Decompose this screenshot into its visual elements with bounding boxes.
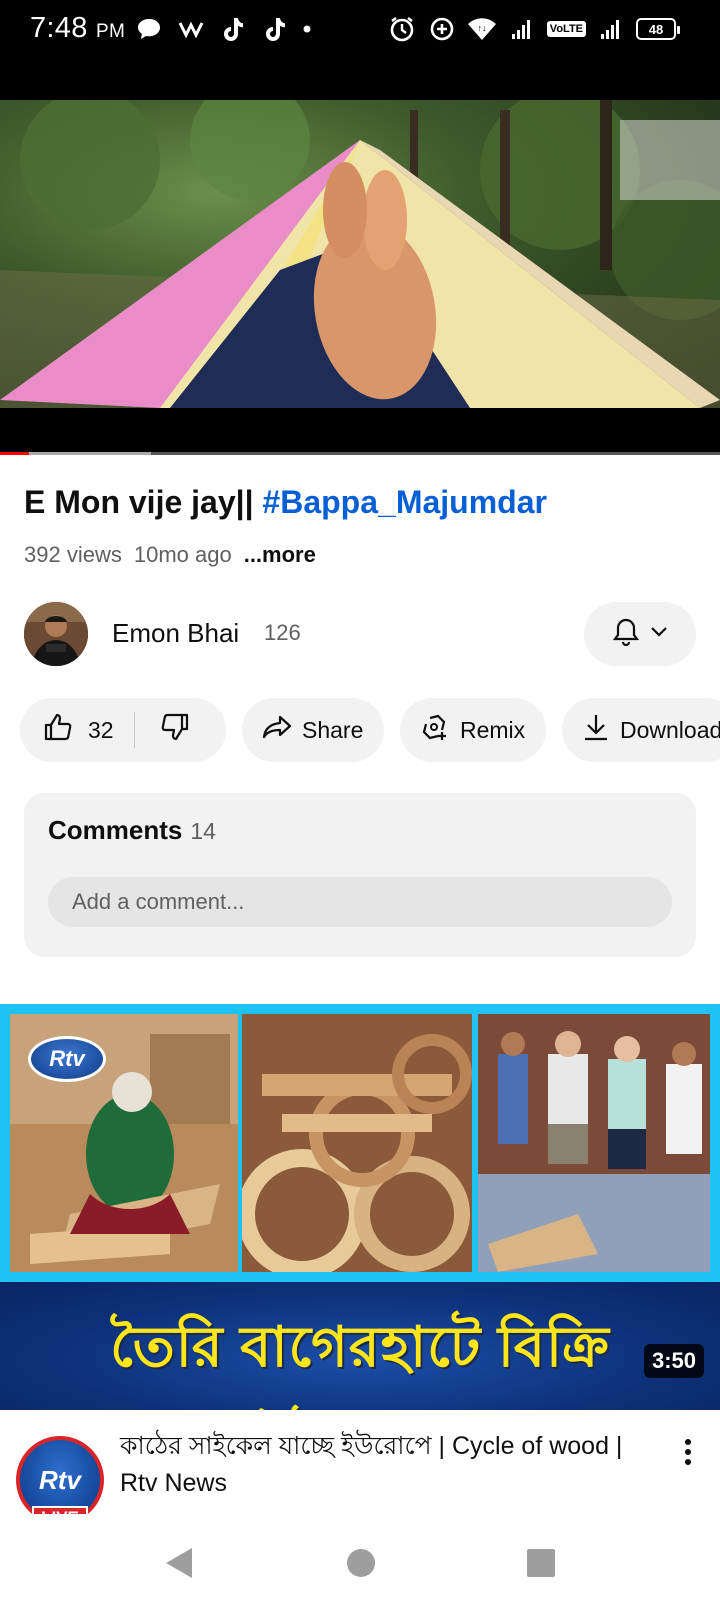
- like-count: 32: [88, 716, 114, 743]
- video-frame[interactable]: [0, 100, 720, 408]
- add-comment-input[interactable]: Add a comment...: [48, 877, 672, 927]
- thumbnail-photo-frame: Rtv: [0, 1004, 720, 1282]
- like-divider: [133, 712, 135, 748]
- system-icons: ↑↓ VoLTE 48: [387, 14, 680, 44]
- status-time: 7:48 PM: [30, 12, 126, 44]
- thumbnail-panel-visitors: [478, 1014, 710, 1272]
- video-title[interactable]: E Mon vije jay|| #Bappa_Majumdar: [24, 484, 547, 521]
- video-duration-badge: 3:50: [643, 1344, 704, 1378]
- signal-waves-icon: [176, 14, 206, 44]
- action-bar: 32 Share Remix Download: [20, 698, 720, 762]
- progress-played: [0, 452, 29, 455]
- comments-panel[interactable]: Comments 14 Add a comment...: [24, 793, 696, 957]
- hashtag-link[interactable]: #Bappa_Majumdar: [262, 484, 547, 520]
- dislike-button[interactable]: [159, 711, 191, 749]
- recents-icon[interactable]: [524, 1546, 558, 1580]
- download-button[interactable]: Download: [562, 698, 720, 762]
- thumbs-down-icon: [159, 713, 191, 748]
- recommended-video-thumbnail[interactable]: Rtv তৈরি বাগেরহাটে বিক্রি 3:50: [0, 1004, 720, 1410]
- more-link[interactable]: ...more: [244, 542, 316, 568]
- thumbnail-panel-worker: Rtv: [10, 1014, 238, 1272]
- cell-signal-icon: [507, 14, 537, 44]
- video-player[interactable]: [0, 100, 720, 455]
- video-meta[interactable]: 392 views 10mo ago ...more: [24, 542, 316, 568]
- video-progress-bar[interactable]: [0, 452, 720, 455]
- more-notifications-dot-icon: [302, 14, 312, 44]
- upload-age: 10mo ago: [133, 542, 232, 567]
- cell-signal-icon: [596, 14, 626, 44]
- android-nav-bar: [0, 1514, 720, 1612]
- share-button[interactable]: Share: [242, 698, 384, 762]
- channel-name[interactable]: Emon Bhai: [112, 618, 239, 649]
- thumbnail-banner-text: তৈরি বাগেরহাটে বিক্রি ইউরোপে: [110, 1315, 610, 1410]
- chevron-down-icon: [650, 625, 668, 643]
- subscriber-count: 126: [264, 620, 301, 645]
- channel-avatar-image: [24, 602, 88, 666]
- comments-header: Comments 14: [48, 815, 216, 845]
- share-arrow-icon: [262, 714, 292, 746]
- alarm-icon: [387, 14, 417, 44]
- channel-avatar[interactable]: [24, 602, 88, 666]
- remix-icon: [420, 712, 450, 748]
- more-options-icon[interactable]: [684, 1438, 692, 1474]
- wifi-icon: ↑↓: [467, 14, 497, 44]
- tiktok-icon: [260, 14, 290, 44]
- remix-button[interactable]: Remix: [400, 698, 546, 762]
- rtv-logo: Rtv: [28, 1036, 106, 1082]
- notification-icons: [134, 14, 312, 44]
- comments-count: 14: [190, 818, 216, 844]
- recommended-video-info[interactable]: Rtv LIVE কাঠের সাইকেল যাচ্ছে ইউরোপে | Cy…: [0, 1428, 720, 1530]
- tiktok-icon: [218, 14, 248, 44]
- chat-bubble-icon: [134, 14, 164, 44]
- data-saver-icon: [427, 14, 457, 44]
- video-scene-image: [0, 100, 720, 408]
- view-count: 392 views: [24, 542, 122, 567]
- home-icon[interactable]: [344, 1546, 378, 1580]
- volte-badge: VoLTE: [546, 21, 586, 37]
- download-icon: [582, 712, 610, 748]
- thumbnail-banner: তৈরি বাগেরহাটে বিক্রি ইউরোপে: [0, 1282, 720, 1410]
- svg-text:↑↓: ↑↓: [477, 23, 486, 33]
- thumbs-up-icon: [42, 711, 74, 749]
- bell-icon: [612, 617, 640, 652]
- battery-icon: 48: [636, 18, 680, 40]
- like-button[interactable]: 32: [42, 711, 114, 749]
- like-dislike-pill: 32: [20, 698, 226, 762]
- back-icon[interactable]: [162, 1546, 196, 1580]
- thumbnail-panel-cycles: [242, 1014, 472, 1272]
- subscription-bell-button[interactable]: [584, 602, 696, 666]
- channel-row[interactable]: Emon Bhai 126: [24, 602, 696, 668]
- status-bar: 7:48 PM ↑↓ VoLTE 48: [0, 0, 720, 100]
- recommended-video-title[interactable]: কাঠের সাইকেল যাচ্ছে ইউরোপে | Cycle of wo…: [120, 1428, 640, 1502]
